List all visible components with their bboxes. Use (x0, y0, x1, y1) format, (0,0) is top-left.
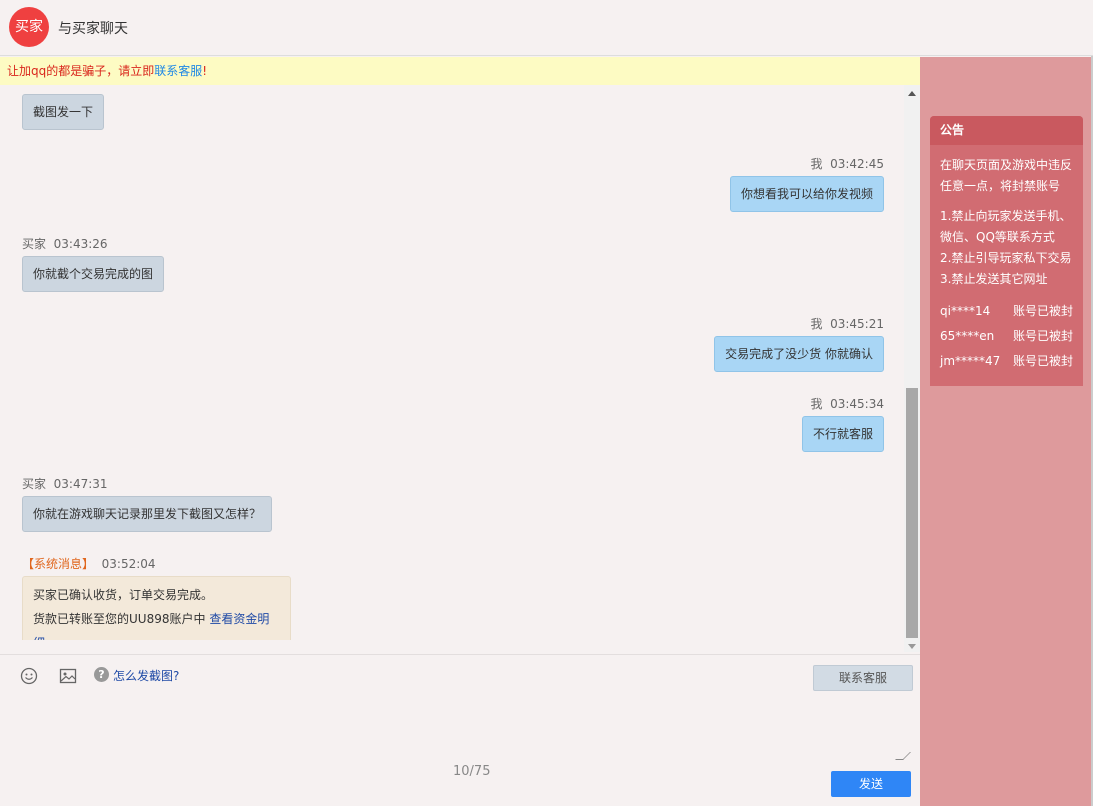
message-time: 03:43:26 (53, 237, 108, 251)
system-message-box: 买家已确认收货，订单交易完成。 货款已转账至您的UU898账户中 查看资金明细 (22, 576, 291, 640)
message-bubble: 交易完成了没少货 你就确认 (714, 336, 884, 372)
banned-row: qi****14 账号已被封 (940, 299, 1073, 324)
system-message: 【系统消息】 03:52:04 买家已确认收货，订单交易完成。 货款已转账至您的… (22, 555, 291, 640)
chat-title: 与买家聊天 (58, 21, 128, 37)
emoji-icon[interactable] (20, 667, 38, 685)
message-bubble: 你就在游戏聊天记录那里发下截图又怎样？ (22, 496, 273, 532)
message-meta: 我 03:42:45 (730, 155, 884, 172)
notice-box: 公告 在聊天页面及游戏中违反任意一点，将封禁账号 1.禁止向玩家发送手机、微信、… (930, 116, 1083, 386)
message-sender: 我 (810, 157, 823, 171)
banned-row: 65****en 账号已被封 (940, 324, 1073, 349)
message-bubble: 不行就客服 (801, 416, 884, 452)
banned-status: 账号已被封 (1012, 304, 1073, 318)
chat-header: 买家 与买家聊天 (0, 0, 1093, 56)
message-sender: 我 (810, 317, 823, 331)
notice-title: 公告 (930, 116, 1083, 145)
notice-rule: 1.禁止向玩家发送手机、微信、QQ等联系方式 (940, 209, 1072, 244)
message-item: 我 03:45:34 不行就客服 (801, 395, 884, 452)
warning-suffix: ! (202, 64, 208, 78)
message-time: 03:52:04 (101, 557, 156, 571)
banned-account: jm*****47 (940, 354, 1001, 368)
message-bubble: 你想看我可以给你发视频 (729, 176, 884, 212)
chat-scrollbar[interactable] (904, 85, 920, 652)
notice-intro: 在聊天页面及游戏中违反任意一点，将封禁账号 (940, 158, 1073, 193)
message-bubble: 你就截个交易完成的图 (22, 256, 165, 292)
input-toolbar: ? 怎么发截图? 联系客服 (0, 654, 920, 698)
notice-rules: 1.禁止向玩家发送手机、微信、QQ等联系方式 2.禁止引导玩家私下交易 3.禁止… (940, 206, 1073, 290)
chat-window: 买家 与买家聊天 让加qq的都是骗子，请立即联系客服! 截图发一下 我 03:4… (0, 0, 1093, 806)
system-line-2-text: 货款已转账至您的UU898账户中 (33, 612, 206, 626)
contact-service-button[interactable]: 联系客服 (813, 665, 913, 691)
banned-status: 账号已被封 (1012, 354, 1073, 368)
message-meta: 买家 03:47:31 (22, 475, 272, 492)
system-line-1: 买家已确认收货，订单交易完成。 (33, 588, 214, 602)
notice-body: 在聊天页面及游戏中违反任意一点，将封禁账号 1.禁止向玩家发送手机、微信、QQ等… (930, 145, 1083, 384)
message-item: 买家 03:47:31 你就在游戏聊天记录那里发下截图又怎样？ (22, 475, 273, 532)
message-time: 03:45:21 (830, 317, 884, 331)
banned-account: qi****14 (940, 304, 991, 318)
message-time: 03:47:31 (53, 477, 108, 491)
scroll-down-arrow[interactable] (908, 644, 916, 649)
system-tag: 【系统消息】 (22, 557, 95, 571)
scroll-up-arrow[interactable] (908, 91, 916, 96)
screenshot-help-link[interactable]: 怎么发截图? (113, 667, 179, 684)
help-icon: ? (94, 667, 109, 682)
message-item: 我 03:42:45 你想看我可以给你发视频 (729, 155, 884, 212)
buyer-avatar: 买家 (9, 7, 49, 47)
message-meta: 买家 03:43:26 (22, 235, 164, 252)
message-item: 截图发一下 (22, 94, 105, 130)
scroll-thumb[interactable] (906, 388, 918, 638)
notice-rule: 3.禁止发送其它网址 (940, 272, 1048, 286)
message-sender: 买家 (22, 477, 47, 491)
notice-rule: 2.禁止引导玩家私下交易 (940, 251, 1072, 265)
message-time: 03:42:45 (830, 157, 884, 171)
message-item: 买家 03:43:26 你就截个交易完成的图 (22, 235, 165, 292)
message-meta: 我 03:45:21 (714, 315, 884, 332)
banned-row: jm*****47 账号已被封 (940, 349, 1073, 374)
image-icon[interactable] (59, 667, 77, 685)
message-sender: 我 (810, 397, 823, 411)
warning-contact-link[interactable]: 联系客服 (154, 64, 202, 78)
warning-text: 让加qq的都是骗子，请立即 (7, 64, 155, 78)
message-sender: 买家 (22, 237, 47, 251)
message-meta: 我 03:45:34 (802, 395, 884, 412)
message-bubble: 截图发一下 (22, 94, 105, 130)
banned-status: 账号已被封 (1012, 329, 1073, 343)
system-line-2: 货款已转账至您的UU898账户中 查看资金明细 (33, 607, 280, 640)
send-button[interactable]: 发送 (831, 771, 911, 797)
message-item: 我 03:45:21 交易完成了没少货 你就确认 (714, 315, 884, 372)
message-input[interactable] (0, 698, 908, 762)
message-time: 03:45:34 (830, 397, 884, 411)
message-list[interactable]: 截图发一下 我 03:42:45 你想看我可以给你发视频 买家 03:43:26… (0, 85, 904, 640)
char-counter: 10/75 (453, 764, 491, 779)
right-panel: 公告 在聊天页面及游戏中违反任意一点，将封禁账号 1.禁止向玩家发送手机、微信、… (920, 57, 1091, 806)
message-meta: 【系统消息】 03:52:04 (22, 555, 291, 572)
scam-warning: 让加qq的都是骗子，请立即联系客服! (0, 57, 920, 85)
banned-account: 65****en (940, 329, 995, 343)
